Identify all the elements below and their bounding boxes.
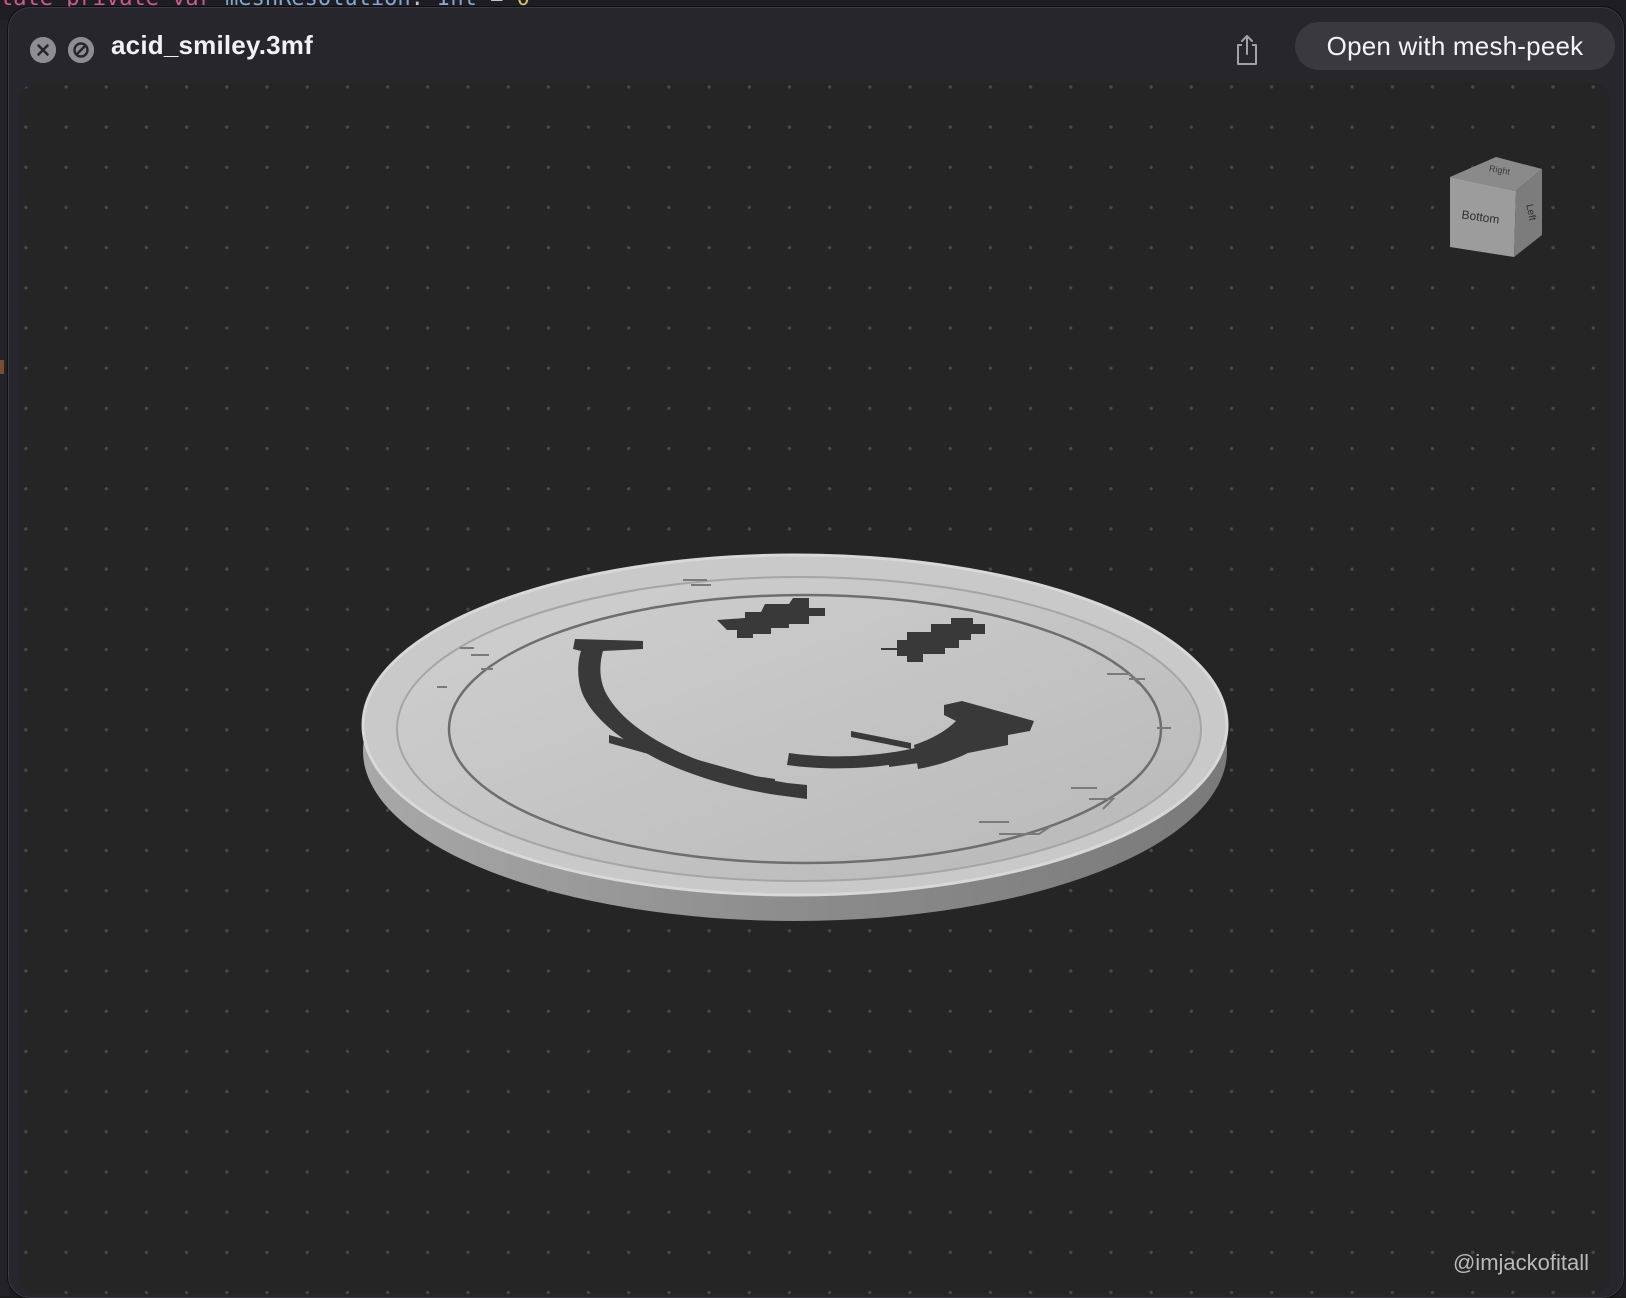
title-bar: acid_smiley.3mf Open with mesh-peek <box>9 8 1623 88</box>
3d-model-coin <box>361 553 1229 921</box>
quicklook-window: acid_smiley.3mf Open with mesh-peek Righ… <box>8 7 1624 1298</box>
share-icon <box>1237 35 1257 65</box>
watermark-handle: @imjackofitall <box>1452 1250 1589 1275</box>
3d-viewport[interactable]: Right Bottom Left @imjackofitall <box>19 83 1611 1294</box>
prohibit-icon <box>68 37 94 63</box>
open-with-app-button[interactable]: Open with mesh-peek <box>1295 22 1615 70</box>
window-title: acid_smiley.3mf <box>111 30 313 60</box>
disable-button[interactable] <box>68 37 94 63</box>
share-button[interactable] <box>1229 30 1265 70</box>
close-button[interactable] <box>30 37 56 63</box>
close-icon <box>30 37 56 63</box>
view-cube[interactable]: Right Bottom Left <box>1442 153 1552 263</box>
